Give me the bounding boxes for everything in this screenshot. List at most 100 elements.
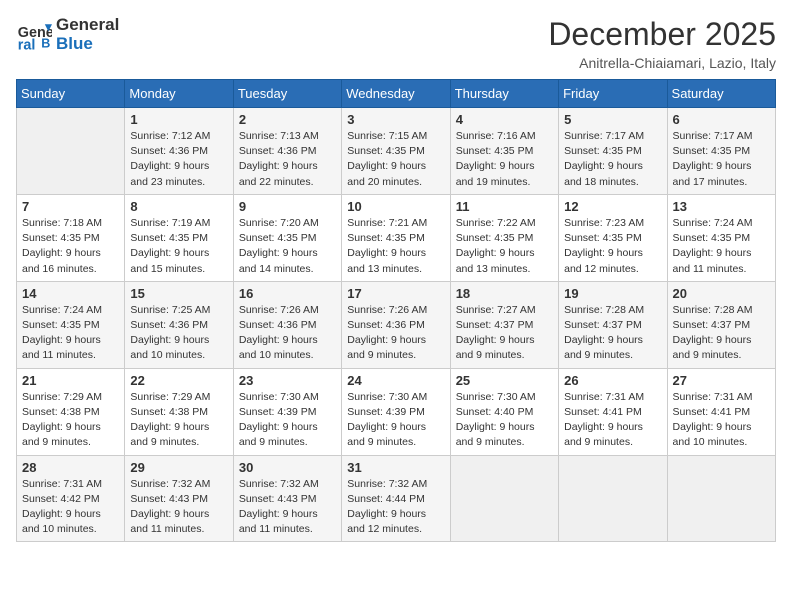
day-number: 4 (456, 112, 553, 127)
logo-line2: Blue (56, 34, 93, 53)
title-block: December 2025 Anitrella-Chiaiamari, Lazi… (548, 16, 776, 71)
logo: Gene ral B General Blue (16, 16, 119, 53)
day-number: 25 (456, 373, 553, 388)
calendar-cell: 1 Sunrise: 7:12 AMSunset: 4:36 PMDaylight… (125, 108, 233, 195)
day-number: 15 (130, 286, 227, 301)
day-number: 5 (564, 112, 661, 127)
calendar-cell: 29 Sunrise: 7:32 AMSunset: 4:43 PMDayligh… (125, 455, 233, 542)
cell-info: Sunrise: 7:30 AMSunset: 4:39 PMDaylight:… (347, 390, 444, 451)
day-number: 23 (239, 373, 336, 388)
day-number: 28 (22, 460, 119, 475)
calendar-cell: 24 Sunrise: 7:30 AMSunset: 4:39 PMDayligh… (342, 368, 450, 455)
day-number: 22 (130, 373, 227, 388)
day-number: 10 (347, 199, 444, 214)
svg-text:ral: ral (18, 37, 36, 53)
calendar-cell: 13 Sunrise: 7:24 AMSunset: 4:35 PMDayligh… (667, 194, 775, 281)
calendar-cell: 3Sunrise: 7:15 AMSunset: 4:35 PMDaylight… (342, 108, 450, 195)
cell-info: Sunrise: 7:12 AMSunset: 4:36 PMDaylight:… (130, 129, 227, 190)
cell-info: Sunrise: 7:31 AMSunset: 4:42 PMDaylight:… (22, 477, 119, 538)
cell-info: Sunrise: 7:26 AMSunset: 4:36 PMDaylight:… (239, 303, 336, 364)
day-number: 27 (673, 373, 770, 388)
calendar-week-row: 21 Sunrise: 7:29 AMSunset: 4:38 PMDayligh… (17, 368, 776, 455)
cell-info: Sunrise: 7:27 AMSunset: 4:37 PMDaylight:… (456, 303, 553, 364)
day-header-tuesday: Tuesday (233, 80, 341, 108)
day-number: 21 (22, 373, 119, 388)
calendar-cell: 27 Sunrise: 7:31 AMSunset: 4:41 PMDayligh… (667, 368, 775, 455)
day-number: 29 (130, 460, 227, 475)
day-number: 24 (347, 373, 444, 388)
calendar-cell (559, 455, 667, 542)
location: Anitrella-Chiaiamari, Lazio, Italy (548, 55, 776, 71)
cell-info: Sunrise: 7:20 AMSunset: 4:35 PMDaylight:… (239, 216, 336, 277)
cell-info: Sunrise: 7:17 AMSunset: 4:35 PMDaylight:… (673, 129, 770, 190)
day-number: 13 (673, 199, 770, 214)
day-number: 3 (347, 112, 444, 127)
calendar-week-row: 1 Sunrise: 7:12 AMSunset: 4:36 PMDaylight… (17, 108, 776, 195)
calendar-cell: 12 Sunrise: 7:23 AMSunset: 4:35 PMDayligh… (559, 194, 667, 281)
cell-info: Sunrise: 7:32 AMSunset: 4:43 PMDaylight:… (130, 477, 227, 538)
calendar-cell: 20Sunrise: 7:28 AMSunset: 4:37 PMDayligh… (667, 281, 775, 368)
cell-info: Sunrise: 7:24 AMSunset: 4:35 PMDaylight:… (22, 303, 119, 364)
day-header-thursday: Thursday (450, 80, 558, 108)
calendar-cell: 21 Sunrise: 7:29 AMSunset: 4:38 PMDayligh… (17, 368, 125, 455)
day-number: 31 (347, 460, 444, 475)
cell-info: Sunrise: 7:30 AMSunset: 4:39 PMDaylight:… (239, 390, 336, 451)
cell-info: Sunrise: 7:13 AMSunset: 4:36 PMDaylight:… (239, 129, 336, 190)
cell-info: Sunrise: 7:32 AMSunset: 4:43 PMDaylight:… (239, 477, 336, 538)
calendar-cell: 8Sunrise: 7:19 AMSunset: 4:35 PMDaylight… (125, 194, 233, 281)
calendar-cell (450, 455, 558, 542)
day-number: 16 (239, 286, 336, 301)
cell-info: Sunrise: 7:22 AMSunset: 4:35 PMDaylight:… (456, 216, 553, 277)
day-number: 1 (130, 112, 227, 127)
calendar-cell: 10 Sunrise: 7:21 AMSunset: 4:35 PMDayligh… (342, 194, 450, 281)
day-number: 19 (564, 286, 661, 301)
calendar-week-row: 7 Sunrise: 7:18 AMSunset: 4:35 PMDaylight… (17, 194, 776, 281)
calendar-cell: 23 Sunrise: 7:30 AMSunset: 4:39 PMDayligh… (233, 368, 341, 455)
day-number: 30 (239, 460, 336, 475)
cell-info: Sunrise: 7:29 AMSunset: 4:38 PMDaylight:… (130, 390, 227, 451)
cell-info: Sunrise: 7:18 AMSunset: 4:35 PMDaylight:… (22, 216, 119, 277)
cell-info: Sunrise: 7:26 AMSunset: 4:36 PMDaylight:… (347, 303, 444, 364)
day-header-sunday: Sunday (17, 80, 125, 108)
cell-info: Sunrise: 7:17 AMSunset: 4:35 PMDaylight:… (564, 129, 661, 190)
calendar-cell: 7 Sunrise: 7:18 AMSunset: 4:35 PMDaylight… (17, 194, 125, 281)
calendar-cell: 31 Sunrise: 7:32 AMSunset: 4:44 PMDayligh… (342, 455, 450, 542)
cell-info: Sunrise: 7:23 AMSunset: 4:35 PMDaylight:… (564, 216, 661, 277)
month-title: December 2025 (548, 16, 776, 53)
day-number: 18 (456, 286, 553, 301)
calendar-cell (667, 455, 775, 542)
calendar-cell: 26Sunrise: 7:31 AMSunset: 4:41 PMDayligh… (559, 368, 667, 455)
calendar-week-row: 14 Sunrise: 7:24 AMSunset: 4:35 PMDayligh… (17, 281, 776, 368)
day-number: 9 (239, 199, 336, 214)
calendar-cell: 25Sunrise: 7:30 AMSunset: 4:40 PMDayligh… (450, 368, 558, 455)
logo-line1: General (56, 15, 119, 34)
calendar-cell: 22 Sunrise: 7:29 AMSunset: 4:38 PMDayligh… (125, 368, 233, 455)
calendar-cell: 15Sunrise: 7:25 AMSunset: 4:36 PMDayligh… (125, 281, 233, 368)
day-number: 17 (347, 286, 444, 301)
cell-info: Sunrise: 7:31 AMSunset: 4:41 PMDaylight:… (673, 390, 770, 451)
day-number: 12 (564, 199, 661, 214)
calendar-cell: 18 Sunrise: 7:27 AMSunset: 4:37 PMDayligh… (450, 281, 558, 368)
day-number: 14 (22, 286, 119, 301)
cell-info: Sunrise: 7:24 AMSunset: 4:35 PMDaylight:… (673, 216, 770, 277)
calendar-cell: 19Sunrise: 7:28 AMSunset: 4:37 PMDayligh… (559, 281, 667, 368)
calendar-cell: 28 Sunrise: 7:31 AMSunset: 4:42 PMDayligh… (17, 455, 125, 542)
day-number: 20 (673, 286, 770, 301)
calendar-cell: 16 Sunrise: 7:26 AMSunset: 4:36 PMDayligh… (233, 281, 341, 368)
cell-info: Sunrise: 7:16 AMSunset: 4:35 PMDaylight:… (456, 129, 553, 190)
day-number: 2 (239, 112, 336, 127)
day-header-monday: Monday (125, 80, 233, 108)
calendar-cell: 4 Sunrise: 7:16 AMSunset: 4:35 PMDaylight… (450, 108, 558, 195)
day-header-wednesday: Wednesday (342, 80, 450, 108)
calendar-cell: 14 Sunrise: 7:24 AMSunset: 4:35 PMDayligh… (17, 281, 125, 368)
cell-info: Sunrise: 7:32 AMSunset: 4:44 PMDaylight:… (347, 477, 444, 538)
calendar-cell: 2 Sunrise: 7:13 AMSunset: 4:36 PMDaylight… (233, 108, 341, 195)
calendar-header-row: SundayMondayTuesdayWednesdayThursdayFrid… (17, 80, 776, 108)
calendar-cell: 9 Sunrise: 7:20 AMSunset: 4:35 PMDaylight… (233, 194, 341, 281)
cell-info: Sunrise: 7:21 AMSunset: 4:35 PMDaylight:… (347, 216, 444, 277)
page-header: Gene ral B General Blue December 2025 An… (16, 16, 776, 71)
day-number: 8 (130, 199, 227, 214)
cell-info: Sunrise: 7:29 AMSunset: 4:38 PMDaylight:… (22, 390, 119, 451)
calendar-cell: 5 Sunrise: 7:17 AMSunset: 4:35 PMDaylight… (559, 108, 667, 195)
day-number: 7 (22, 199, 119, 214)
